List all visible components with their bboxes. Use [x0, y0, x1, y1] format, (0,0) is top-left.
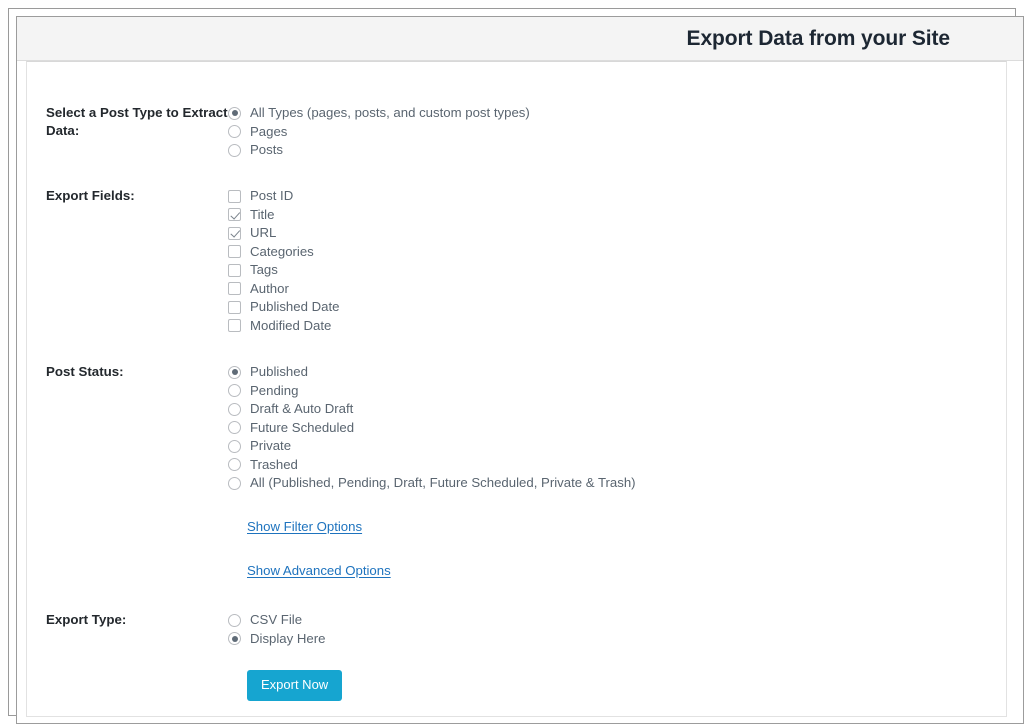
export-now-button[interactable]: Export Now — [247, 670, 343, 701]
option-label: Post ID — [250, 188, 294, 204]
radio-post-type-all[interactable]: All Types (pages, posts, and custom post… — [228, 104, 1006, 123]
radio-status-published[interactable]: Published — [228, 363, 1006, 382]
window-frame: Export Data from your Site Select a Post… — [16, 16, 1024, 724]
export-type-row: Export Type: CSV File Display Here — [27, 611, 1006, 648]
checkbox-field-url[interactable]: URL — [228, 224, 1006, 243]
radio-indicator-icon[interactable] — [228, 365, 241, 379]
checkbox-field-published-date[interactable]: Published Date — [228, 298, 1006, 317]
checkbox-field-modified-date[interactable]: Modified Date — [228, 317, 1006, 336]
radio-indicator-icon[interactable] — [228, 125, 241, 139]
option-label: Trashed — [250, 456, 298, 472]
option-label: Tags — [250, 262, 278, 278]
checkbox-field-title[interactable]: Title — [228, 206, 1006, 225]
submit-area: Export Now — [247, 670, 343, 701]
export-fields-label: Export Fields: — [46, 188, 135, 203]
option-label: All (Published, Pending, Draft, Future S… — [250, 475, 636, 491]
post-type-row: Select a Post Type to Extract Data: All … — [27, 104, 1006, 160]
check-icon[interactable] — [228, 208, 241, 222]
checkbox-indicator-icon[interactable] — [228, 319, 241, 333]
export-fields-row: Export Fields: Post ID Title URL Categor… — [27, 187, 1006, 335]
option-label: Pending — [250, 382, 299, 398]
checkbox-indicator-icon[interactable] — [228, 245, 241, 259]
radio-indicator-icon[interactable] — [228, 632, 241, 646]
radio-indicator-icon[interactable] — [228, 384, 241, 398]
checkbox-indicator-icon[interactable] — [228, 300, 241, 314]
checkbox-field-tags[interactable]: Tags — [228, 261, 1006, 280]
radio-status-future[interactable]: Future Scheduled — [228, 419, 1006, 438]
show-advanced-options-link[interactable]: Show Advanced Options — [247, 563, 391, 578]
radio-indicator-icon[interactable] — [228, 613, 241, 627]
checkbox-field-author[interactable]: Author — [228, 280, 1006, 299]
export-type-options: CSV File Display Here — [228, 611, 1006, 648]
radio-status-private[interactable]: Private — [228, 437, 1006, 456]
radio-indicator-icon[interactable] — [228, 421, 241, 435]
radio-indicator-icon[interactable] — [228, 458, 241, 472]
post-type-options: All Types (pages, posts, and custom post… — [228, 104, 1006, 160]
option-label: Pages — [250, 123, 288, 139]
checkbox-field-post-id[interactable]: Post ID — [228, 187, 1006, 206]
post-status-options: Published Pending Draft & Auto Draft Fut… — [228, 363, 1006, 493]
radio-post-type-pages[interactable]: Pages — [228, 123, 1006, 142]
post-status-label: Post Status: — [46, 364, 124, 379]
option-label: Draft & Auto Draft — [250, 401, 354, 417]
option-label: CSV File — [250, 612, 303, 628]
post-type-label: Select a Post Type to Extract Data: — [46, 105, 228, 138]
option-label: Modified Date — [250, 317, 332, 333]
option-label: Categories — [250, 243, 314, 259]
radio-export-type-display[interactable]: Display Here — [228, 630, 1006, 649]
checkbox-indicator-icon[interactable] — [228, 189, 241, 203]
options-toggles: Show Filter Options Show Advanced Option… — [247, 518, 391, 580]
option-label: Published Date — [250, 299, 340, 315]
radio-indicator-icon[interactable] — [228, 402, 241, 416]
radio-status-trashed[interactable]: Trashed — [228, 456, 1006, 475]
radio-status-pending[interactable]: Pending — [228, 382, 1006, 401]
radio-indicator-icon[interactable] — [228, 143, 241, 157]
option-label: Display Here — [250, 630, 326, 646]
option-label: Published — [250, 364, 308, 380]
radio-post-type-posts[interactable]: Posts — [228, 141, 1006, 160]
option-label: Future Scheduled — [250, 419, 355, 435]
option-label: Posts — [250, 142, 283, 158]
check-icon[interactable] — [228, 226, 241, 240]
option-label: Private — [250, 438, 292, 454]
radio-indicator-icon[interactable] — [228, 476, 241, 490]
radio-status-all[interactable]: All (Published, Pending, Draft, Future S… — [228, 474, 1006, 493]
post-status-row: Post Status: Published Pending Draft & A… — [27, 363, 1006, 493]
option-label: All Types (pages, posts, and custom post… — [250, 105, 530, 121]
export-form-card: Select a Post Type to Extract Data: All … — [26, 61, 1007, 717]
checkbox-field-categories[interactable]: Categories — [228, 243, 1006, 262]
option-label: Author — [250, 280, 289, 296]
checkbox-indicator-icon[interactable] — [228, 263, 241, 277]
checkbox-indicator-icon[interactable] — [228, 282, 241, 296]
page-header: Export Data from your Site — [17, 17, 1023, 61]
option-label: Title — [250, 206, 275, 222]
radio-status-draft[interactable]: Draft & Auto Draft — [228, 400, 1006, 419]
option-label: URL — [250, 225, 277, 241]
radio-indicator-icon[interactable] — [228, 439, 241, 453]
radio-indicator-icon[interactable] — [228, 106, 241, 120]
export-type-label: Export Type: — [46, 612, 127, 627]
radio-export-type-csv[interactable]: CSV File — [228, 611, 1006, 630]
show-filter-options-link[interactable]: Show Filter Options — [247, 519, 362, 534]
page-title: Export Data from your Site — [686, 26, 951, 50]
export-fields-options: Post ID Title URL Categories Tags Author… — [228, 187, 1006, 335]
app-window: Export Data from your Site Select a Post… — [0, 0, 1024, 724]
